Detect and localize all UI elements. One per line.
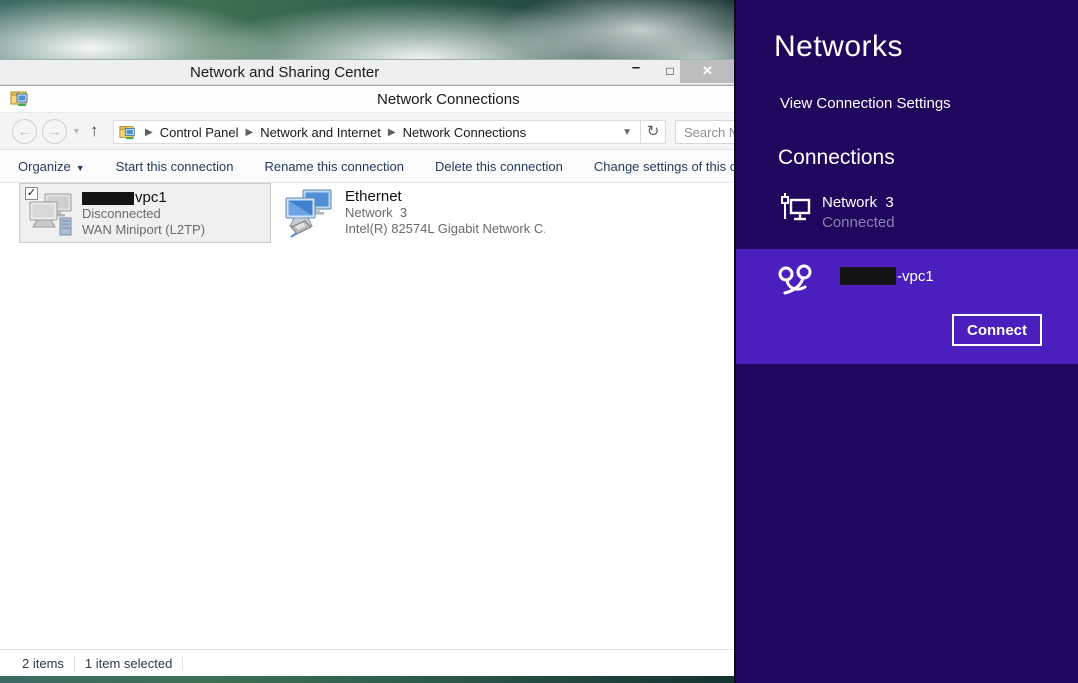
screen: Network and Sharing Center – □ ✕ Network… — [0, 0, 1078, 683]
network-sharing-center-titlebar: Network and Sharing Center – □ ✕ — [0, 59, 735, 85]
window-title: Network Connections — [377, 91, 520, 108]
connection-status: Network 3 — [345, 205, 545, 221]
connection-tile-vpn[interactable]: ✓ vpc1 Disconnected WAN Miniport (L2TP) — [19, 183, 271, 243]
breadcrumb-location-icon — [119, 124, 136, 141]
redacted-text — [82, 192, 134, 205]
minimize-button[interactable]: – — [622, 60, 650, 84]
start-connection-button[interactable]: Start this connection — [116, 159, 234, 174]
breadcrumb-separator-icon: ▶ — [388, 127, 396, 138]
wired-network-icon — [778, 192, 812, 224]
network-folder-icon — [10, 89, 29, 108]
history-dropdown-caret-icon[interactable]: ▼ — [72, 126, 81, 136]
status-bar: 2 items 1 item selected — [0, 649, 735, 676]
network-list-item-wired[interactable]: Network 3 Connected — [778, 190, 1058, 234]
breadcrumb-separator-icon: ▶ — [245, 127, 253, 138]
breadcrumb-network-connections[interactable]: Network Connections — [403, 125, 527, 140]
connect-button[interactable]: Connect — [952, 314, 1042, 346]
selected-count: 1 item selected — [85, 656, 172, 671]
breadcrumb: ▶ Control Panel ▶ Network and Internet ▶… — [113, 120, 641, 144]
connections-section-heading: Connections — [778, 146, 895, 170]
up-button[interactable]: ↑ — [90, 121, 99, 141]
address-dropdown-caret-icon[interactable]: ▼ — [622, 127, 632, 138]
connection-status: Disconnected — [82, 206, 268, 222]
command-toolbar: Organize▼ Start this connection Rename t… — [0, 150, 735, 183]
connection-tile-ethernet[interactable]: Ethernet Network 3 Intel(R) 82574L Gigab… — [277, 183, 545, 243]
panel-title: Networks — [774, 30, 903, 64]
network-connections-window: Network Connections ← → ▼ ↑ ▶ Control Pa… — [0, 85, 735, 676]
refresh-button[interactable]: ↻ — [641, 120, 666, 144]
breadcrumb-network-and-internet[interactable]: Network and Internet — [260, 125, 381, 140]
address-bar: ← → ▼ ↑ ▶ Control Panel ▶ Network and In… — [0, 112, 735, 150]
connection-name: Ethernet — [345, 188, 545, 205]
close-button[interactable]: ✕ — [680, 60, 735, 83]
network-name: -vpc1 — [840, 267, 934, 285]
network-status: Connected — [822, 214, 895, 231]
back-button[interactable]: ← — [12, 119, 37, 144]
items-count: 2 items — [22, 656, 64, 671]
network-name: Network 3 — [822, 194, 894, 211]
chevron-down-icon: ▼ — [76, 163, 85, 173]
connection-name: vpc1 — [82, 189, 268, 206]
status-divider — [74, 656, 75, 671]
network-connections-titlebar: Network Connections — [0, 86, 735, 112]
network-list-item-vpn-selected[interactable]: -vpc1 Connect — [736, 249, 1078, 364]
forward-button[interactable]: → — [42, 119, 67, 144]
connection-device: Intel(R) 82574L Gigabit Network C... — [345, 221, 545, 237]
breadcrumb-separator-icon: ▶ — [145, 127, 153, 138]
ethernet-adapter-icon — [283, 189, 339, 239]
connection-device: WAN Miniport (L2TP) — [82, 222, 268, 238]
tile-checkbox[interactable]: ✓ — [25, 187, 38, 200]
redacted-text — [840, 267, 896, 285]
networks-charm-panel: Networks View Connection Settings Connec… — [734, 0, 1078, 683]
organize-button[interactable]: Organize▼ — [18, 159, 85, 174]
change-settings-button[interactable]: Change settings of this connecti — [594, 159, 735, 174]
rename-connection-button[interactable]: Rename this connection — [264, 159, 403, 174]
view-connection-settings-link[interactable]: View Connection Settings — [780, 95, 951, 112]
delete-connection-button[interactable]: Delete this connection — [435, 159, 563, 174]
breadcrumb-control-panel[interactable]: Control Panel — [160, 125, 239, 140]
window-title: Network and Sharing Center — [190, 64, 379, 81]
vpn-icon — [774, 262, 818, 302]
status-divider — [182, 656, 183, 671]
